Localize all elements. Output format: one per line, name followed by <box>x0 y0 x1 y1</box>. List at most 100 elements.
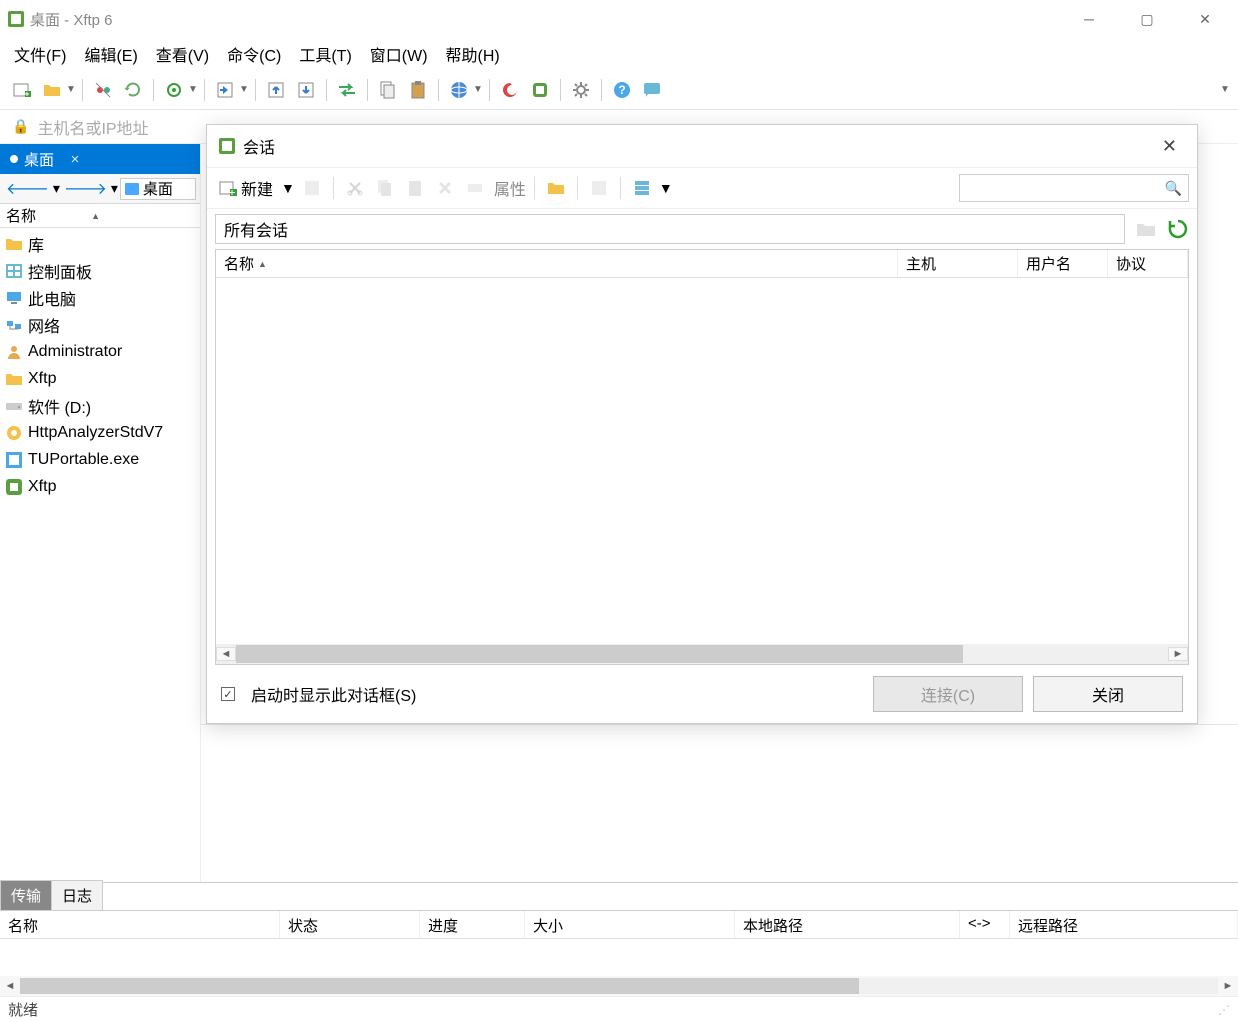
download-icon[interactable] <box>292 76 320 104</box>
file-row[interactable]: 软件 (D:) <box>0 392 200 419</box>
dropdown-icon[interactable]: ▼ <box>239 84 249 95</box>
close-dialog-button[interactable]: 关闭 <box>1033 676 1183 712</box>
scroll-right-icon[interactable]: ► <box>1168 647 1188 661</box>
forward-button[interactable]: 🡒 <box>62 178 109 199</box>
props-label[interactable]: 属性 <box>494 176 526 200</box>
globe-icon[interactable] <box>445 76 473 104</box>
dropdown-icon[interactable]: ▾ <box>53 180 60 197</box>
tab-transfer[interactable]: 传输 <box>0 880 52 910</box>
local-tab-desktop[interactable]: 桌面 × <box>0 144 94 174</box>
new-session-button[interactable]: 新建 <box>215 174 277 202</box>
import-icon[interactable] <box>299 175 325 201</box>
tab-close-icon[interactable]: × <box>66 151 84 168</box>
col-direction[interactable]: <-> <box>960 911 1010 938</box>
dropdown-icon[interactable]: ▼ <box>66 84 76 95</box>
scroll-track[interactable] <box>20 978 1218 994</box>
scroll-left-icon[interactable]: ◄ <box>216 647 236 661</box>
menu-window[interactable]: 窗口(W) <box>366 40 432 68</box>
local-column-header[interactable]: 名称 ▲ <box>0 204 200 228</box>
reconnect-icon[interactable] <box>119 76 147 104</box>
tab-log[interactable]: 日志 <box>51 880 103 910</box>
refresh-icon[interactable] <box>1167 218 1189 240</box>
scroll-right-icon[interactable]: ► <box>1218 980 1238 992</box>
back-button[interactable]: 🡐 <box>4 178 51 199</box>
dropdown-icon[interactable]: ▼ <box>188 84 198 95</box>
col-status[interactable]: 状态 <box>280 911 420 938</box>
scroll-thumb[interactable] <box>20 978 859 994</box>
file-row[interactable]: 网络 <box>0 311 200 338</box>
dialog-close-button[interactable]: ✕ <box>1154 132 1185 161</box>
paste-icon[interactable] <box>402 175 428 201</box>
menu-tools[interactable]: 工具(T) <box>295 40 355 68</box>
dropdown-icon[interactable]: ▾ <box>111 180 118 197</box>
file-row[interactable]: 此电脑 <box>0 284 200 311</box>
cut-icon[interactable] <box>342 175 368 201</box>
menu-edit[interactable]: 编辑(E) <box>80 40 141 68</box>
transfer-left-icon[interactable] <box>211 76 239 104</box>
panel-splitter[interactable] <box>201 724 1238 725</box>
close-button[interactable]: ✕ <box>1190 11 1220 28</box>
disconnect-icon[interactable] <box>89 76 117 104</box>
minimize-button[interactable]: ─ <box>1074 11 1104 28</box>
col-host[interactable]: 主机 <box>898 250 1018 277</box>
scroll-thumb[interactable] <box>236 645 963 663</box>
xftp-icon[interactable] <box>526 76 554 104</box>
grid-body[interactable] <box>216 278 1188 644</box>
chat-icon[interactable] <box>638 76 666 104</box>
file-row[interactable]: Xftp <box>0 365 200 392</box>
help-icon[interactable]: ? <box>608 76 636 104</box>
col-remote[interactable]: 远程路径 <box>1010 911 1238 938</box>
path-input[interactable]: 桌面 <box>120 178 196 200</box>
menu-file[interactable]: 文件(F) <box>10 40 70 68</box>
col-size[interactable]: 大小 <box>525 911 735 938</box>
view-mode-icon[interactable] <box>629 175 655 201</box>
dropdown-icon[interactable]: ▼ <box>281 180 295 196</box>
breadcrumb[interactable]: 所有会话 <box>215 214 1125 244</box>
file-row[interactable]: HttpAnalyzerStdV7 <box>0 419 200 446</box>
sync-icon[interactable] <box>333 76 361 104</box>
settings-icon[interactable] <box>160 76 188 104</box>
transfer-scrollbar[interactable]: ◄ ► <box>0 976 1238 996</box>
resize-grip-icon[interactable]: ⋰ <box>1218 1003 1230 1017</box>
connect-button[interactable]: 连接(C) <box>873 676 1023 712</box>
file-row[interactable]: 库 <box>0 230 200 257</box>
menu-commands[interactable]: 命令(C) <box>223 40 285 68</box>
delete-icon[interactable] <box>432 175 458 201</box>
menu-help[interactable]: 帮助(H) <box>442 40 504 68</box>
gear-icon[interactable] <box>567 76 595 104</box>
file-row[interactable]: Administrator <box>0 338 200 365</box>
open-folder-icon[interactable] <box>38 76 66 104</box>
folder-icon[interactable] <box>543 175 569 201</box>
paste-icon[interactable] <box>404 76 432 104</box>
dropdown-icon[interactable]: ▼ <box>659 180 673 196</box>
copy-icon[interactable] <box>374 76 402 104</box>
search-input[interactable]: 🔍 <box>959 174 1189 202</box>
scroll-track[interactable] <box>236 645 1168 663</box>
col-user[interactable]: 用户名 <box>1018 250 1108 277</box>
show-on-start-label[interactable]: 启动时显示此对话框(S) <box>251 682 863 706</box>
grid-scrollbar[interactable]: ◄ ► <box>216 644 1188 664</box>
up-folder-icon[interactable] <box>1133 216 1159 242</box>
separator <box>560 79 561 101</box>
col-local[interactable]: 本地路径 <box>735 911 960 938</box>
col-name[interactable]: 名称 ▲ <box>216 250 898 277</box>
show-on-start-checkbox[interactable]: ✓ <box>221 687 235 701</box>
col-progress[interactable]: 进度 <box>420 911 525 938</box>
goto-icon[interactable] <box>586 175 612 201</box>
dropdown-icon[interactable]: ▼ <box>473 84 483 95</box>
col-protocol[interactable]: 协议 <box>1108 250 1188 277</box>
scroll-left-icon[interactable]: ◄ <box>0 980 20 992</box>
file-row[interactable]: Xftp <box>0 473 200 500</box>
upload-icon[interactable] <box>262 76 290 104</box>
toolbar-overflow-icon[interactable]: ▼ <box>1220 84 1230 95</box>
dialog-titlebar[interactable]: 会话 ✕ <box>207 125 1197 167</box>
rename-icon[interactable] <box>462 175 488 201</box>
swirl-icon[interactable] <box>496 76 524 104</box>
col-name[interactable]: 名称 <box>0 911 280 938</box>
new-session-icon[interactable] <box>8 76 36 104</box>
copy-icon[interactable] <box>372 175 398 201</box>
menu-view[interactable]: 查看(V) <box>152 40 213 68</box>
maximize-button[interactable]: ▢ <box>1132 11 1162 28</box>
file-row[interactable]: 控制面板 <box>0 257 200 284</box>
file-row[interactable]: TUPortable.exe <box>0 446 200 473</box>
